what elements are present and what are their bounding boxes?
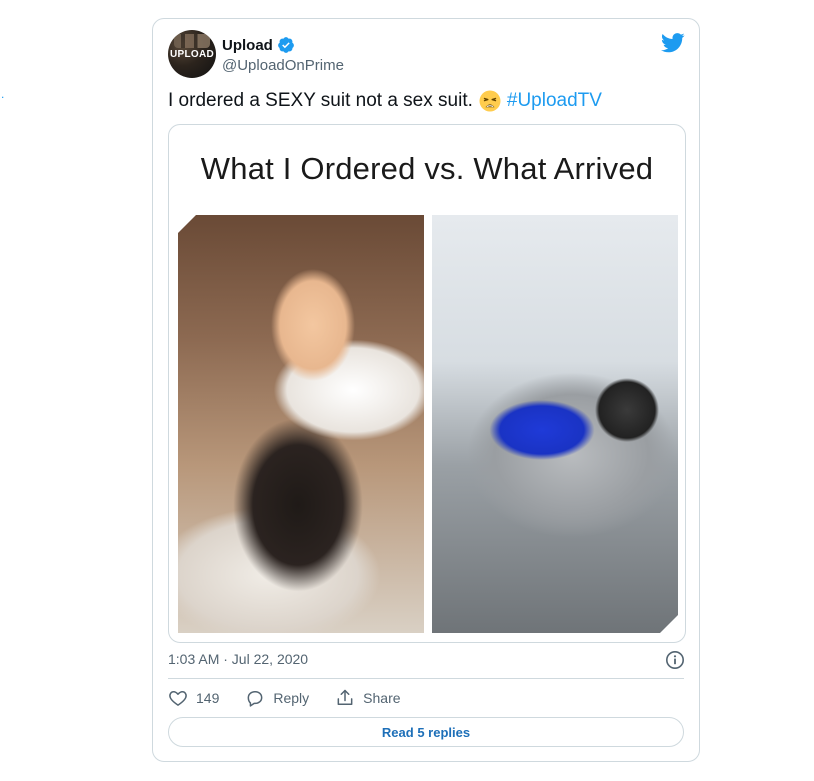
speech-bubble-icon — [245, 688, 265, 708]
twitter-bird-icon[interactable] — [660, 33, 685, 58]
reply-label: Reply — [273, 690, 310, 706]
avatar-text: UPLOAD — [169, 49, 215, 60]
heart-icon — [168, 688, 188, 708]
weary-face-emoji-icon — [479, 90, 501, 112]
avatar[interactable]: UPLOAD — [168, 30, 216, 78]
author-handle[interactable]: @UploadOnPrime — [222, 57, 344, 74]
tweet-card: UPLOAD Upload @UploadOnPrime I ordered a… — [152, 18, 700, 762]
like-count: 149 — [196, 690, 220, 706]
author-name-row[interactable]: Upload — [222, 36, 295, 54]
avatar-image — [174, 34, 210, 48]
reply-button[interactable]: Reply — [245, 688, 309, 708]
divider — [168, 678, 684, 679]
info-icon[interactable] — [665, 650, 685, 675]
share-button[interactable]: Share — [335, 688, 401, 708]
share-label: Share — [363, 690, 401, 706]
action-bar: 149 Reply Share — [168, 688, 427, 708]
share-icon — [335, 688, 355, 708]
media-caption: What I Ordered vs. What Arrived — [200, 151, 654, 186]
tweet-text: I ordered a SEXY suit not a sex suit. #U… — [168, 90, 602, 112]
photo-what-arrived — [432, 215, 678, 633]
tweet-media[interactable]: What I Ordered vs. What Arrived — [168, 124, 686, 643]
timestamp[interactable]: 1:03 AM · Jul 22, 2020 — [168, 651, 308, 667]
like-button[interactable]: 149 — [168, 688, 219, 708]
read-replies-button[interactable]: Read 5 replies — [168, 717, 684, 747]
photo-what-i-ordered — [178, 215, 424, 633]
tweet-body: I ordered a SEXY suit not a sex suit. — [168, 90, 473, 111]
hashtag-link[interactable]: #UploadTV — [507, 90, 602, 112]
verified-badge-icon — [277, 36, 295, 54]
display-name[interactable]: Upload — [222, 37, 273, 54]
stray-dot: . — [1, 87, 5, 101]
